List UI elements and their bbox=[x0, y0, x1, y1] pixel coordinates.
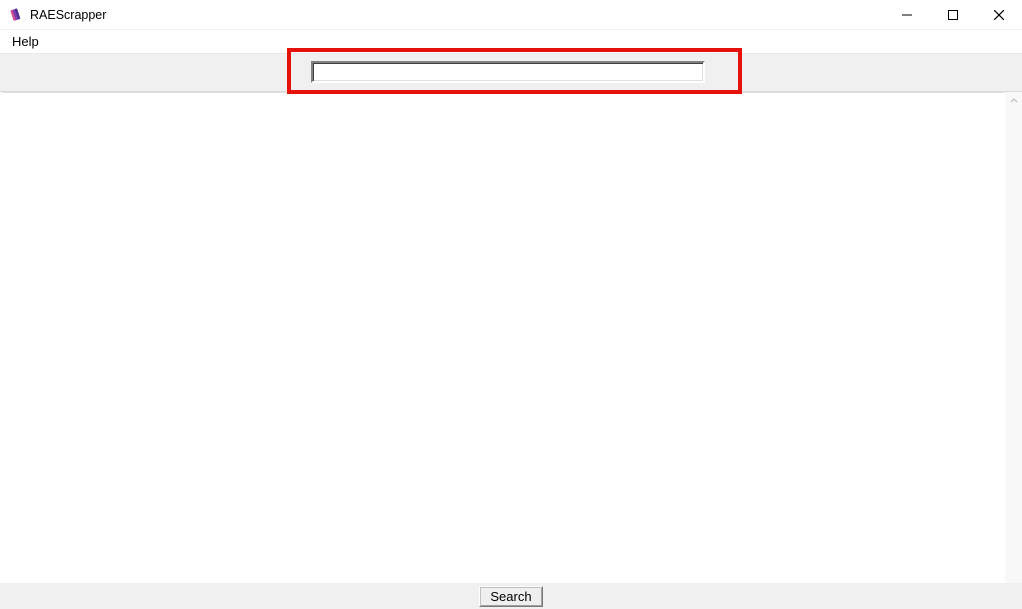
search-button[interactable]: Search bbox=[479, 586, 542, 607]
scroll-up-icon[interactable] bbox=[1005, 92, 1022, 109]
menu-help[interactable]: Help bbox=[6, 32, 45, 51]
content-area bbox=[0, 92, 1022, 583]
toolbar bbox=[0, 54, 1022, 92]
bottom-bar: Search bbox=[0, 583, 1022, 609]
menubar: Help bbox=[0, 30, 1022, 54]
maximize-button[interactable] bbox=[930, 0, 976, 30]
results-panel bbox=[2, 92, 1004, 583]
window-title: RAEScrapper bbox=[30, 8, 884, 22]
window-controls bbox=[884, 0, 1022, 29]
titlebar: RAEScrapper bbox=[0, 0, 1022, 30]
app-icon bbox=[8, 7, 24, 23]
minimize-button[interactable] bbox=[884, 0, 930, 30]
vertical-scrollbar[interactable] bbox=[1005, 92, 1022, 583]
close-button[interactable] bbox=[976, 0, 1022, 30]
search-input[interactable] bbox=[311, 61, 705, 83]
